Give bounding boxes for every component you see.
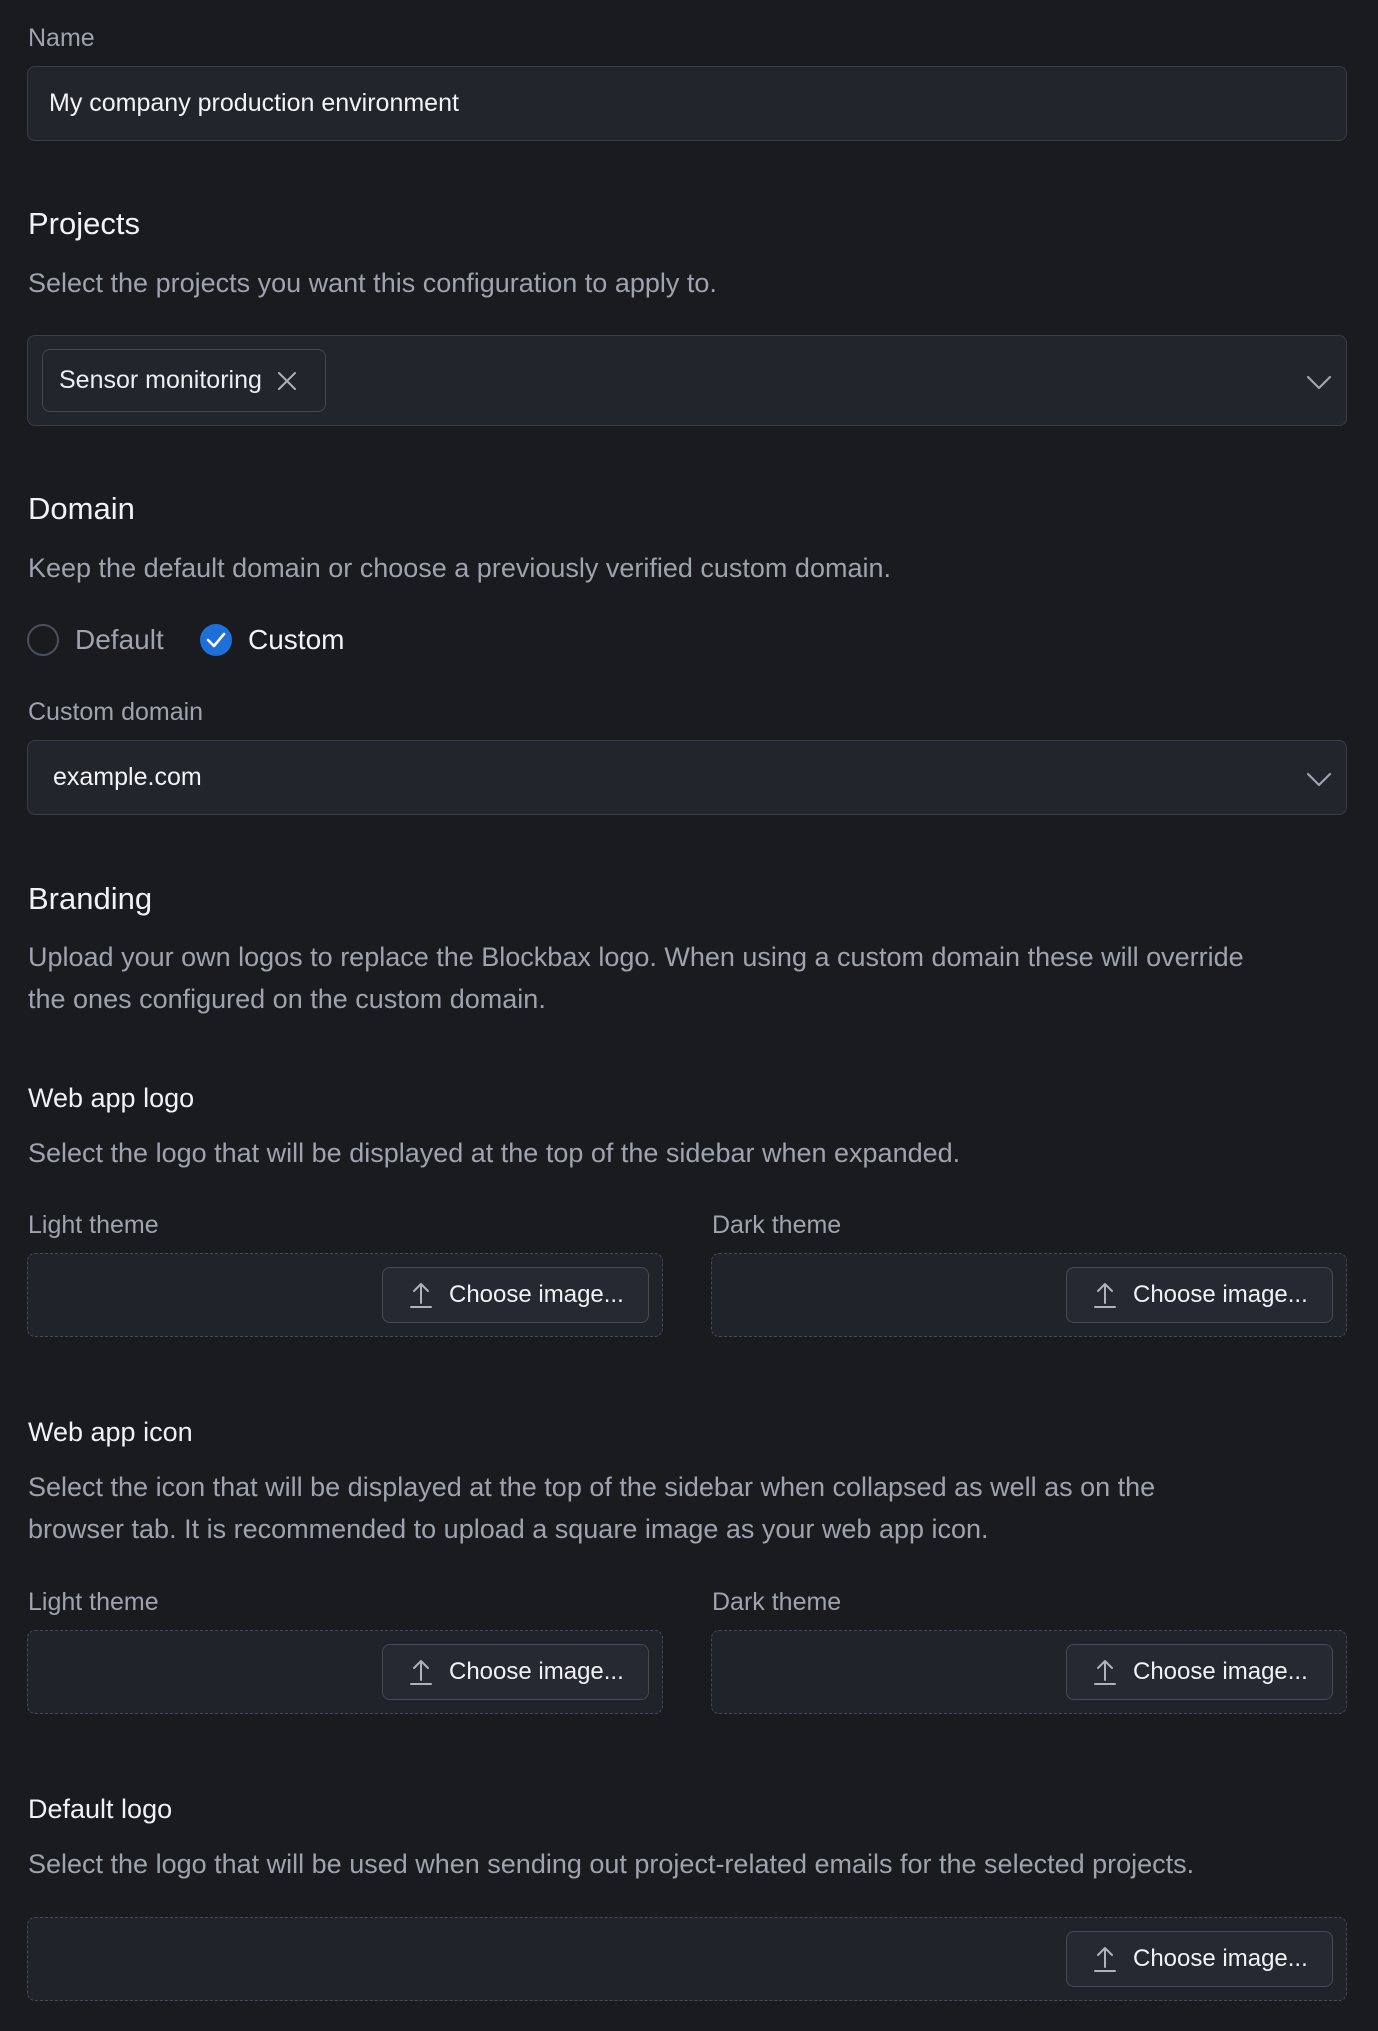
custom-domain-label: Custom domain: [28, 698, 204, 726]
projects-heading: Projects: [28, 206, 140, 241]
branding-description-line1: Upload your own logos to replace the Blo…: [28, 942, 1244, 972]
choose-image-button[interactable]: Choose image...: [1066, 1267, 1333, 1323]
web-app-icon-heading: Web app icon: [28, 1417, 193, 1447]
default-logo-description: Select the logo that will be used when s…: [28, 1849, 1195, 1879]
choose-image-button[interactable]: Choose image...: [382, 1644, 649, 1700]
choose-image-label: Choose image...: [449, 1658, 624, 1685]
branding-description-line2: the ones configured on the custom domain…: [28, 984, 546, 1014]
check-icon: [206, 632, 226, 648]
web-app-logo-heading: Web app logo: [28, 1083, 195, 1113]
custom-domain-value: example.com: [53, 763, 202, 791]
choose-image-label: Choose image...: [1133, 1945, 1308, 1972]
name-input[interactable]: My company production environment: [27, 66, 1347, 141]
web-app-logo-light-dropzone[interactable]: Choose image...: [27, 1253, 663, 1337]
chevron-down-icon[interactable]: [1306, 766, 1332, 797]
projects-description: Select the projects you want this config…: [28, 268, 717, 298]
web-app-icon-light-label: Light theme: [28, 1588, 159, 1616]
radio-custom-label: Custom: [248, 624, 345, 655]
branding-heading: Branding: [28, 881, 153, 916]
choose-image-button[interactable]: Choose image...: [1066, 1644, 1333, 1700]
web-app-icon-light-dropzone[interactable]: Choose image...: [27, 1630, 663, 1714]
web-app-icon-description-line2: browser tab. It is recommended to upload…: [28, 1514, 989, 1544]
upload-icon: [410, 1283, 432, 1308]
choose-image-button[interactable]: Choose image...: [382, 1267, 649, 1323]
radio-default-circle[interactable]: [27, 624, 59, 656]
radio-custom-circle[interactable]: [200, 624, 232, 656]
radio-custom[interactable]: Custom: [200, 624, 344, 656]
upload-icon: [1094, 1660, 1116, 1685]
chevron-down-icon[interactable]: [1306, 369, 1332, 400]
projects-multiselect[interactable]: Sensor monitoring: [27, 335, 1347, 426]
project-chip: Sensor monitoring: [42, 349, 326, 412]
web-app-logo-dark-label: Dark theme: [712, 1211, 842, 1239]
radio-default[interactable]: Default: [27, 624, 164, 656]
upload-icon: [1094, 1283, 1116, 1308]
web-app-logo-description: Select the logo that will be displayed a…: [28, 1138, 961, 1168]
custom-domain-select[interactable]: example.com: [27, 740, 1347, 815]
remove-chip-icon[interactable]: [276, 370, 298, 392]
choose-image-label: Choose image...: [1133, 1658, 1308, 1685]
web-app-logo-dark-dropzone[interactable]: Choose image...: [711, 1253, 1347, 1337]
upload-icon: [1094, 1947, 1116, 1972]
domain-heading: Domain: [28, 491, 135, 526]
domain-description: Keep the default domain or choose a prev…: [28, 553, 891, 583]
name-input-value: My company production environment: [49, 89, 459, 117]
web-app-icon-dark-dropzone[interactable]: Choose image...: [711, 1630, 1347, 1714]
choose-image-label: Choose image...: [1133, 1281, 1308, 1308]
radio-default-label: Default: [75, 624, 164, 655]
project-chip-label: Sensor monitoring: [59, 366, 262, 394]
upload-icon: [410, 1660, 432, 1685]
web-app-logo-light-label: Light theme: [28, 1211, 159, 1239]
web-app-icon-dark-label: Dark theme: [712, 1588, 842, 1616]
name-label: Name: [28, 24, 95, 52]
choose-image-button[interactable]: Choose image...: [1066, 1931, 1333, 1987]
choose-image-label: Choose image...: [449, 1281, 624, 1308]
default-logo-heading: Default logo: [28, 1794, 173, 1824]
default-logo-dropzone[interactable]: Choose image...: [27, 1917, 1347, 2001]
web-app-icon-description-line1: Select the icon that will be displayed a…: [28, 1472, 1156, 1502]
